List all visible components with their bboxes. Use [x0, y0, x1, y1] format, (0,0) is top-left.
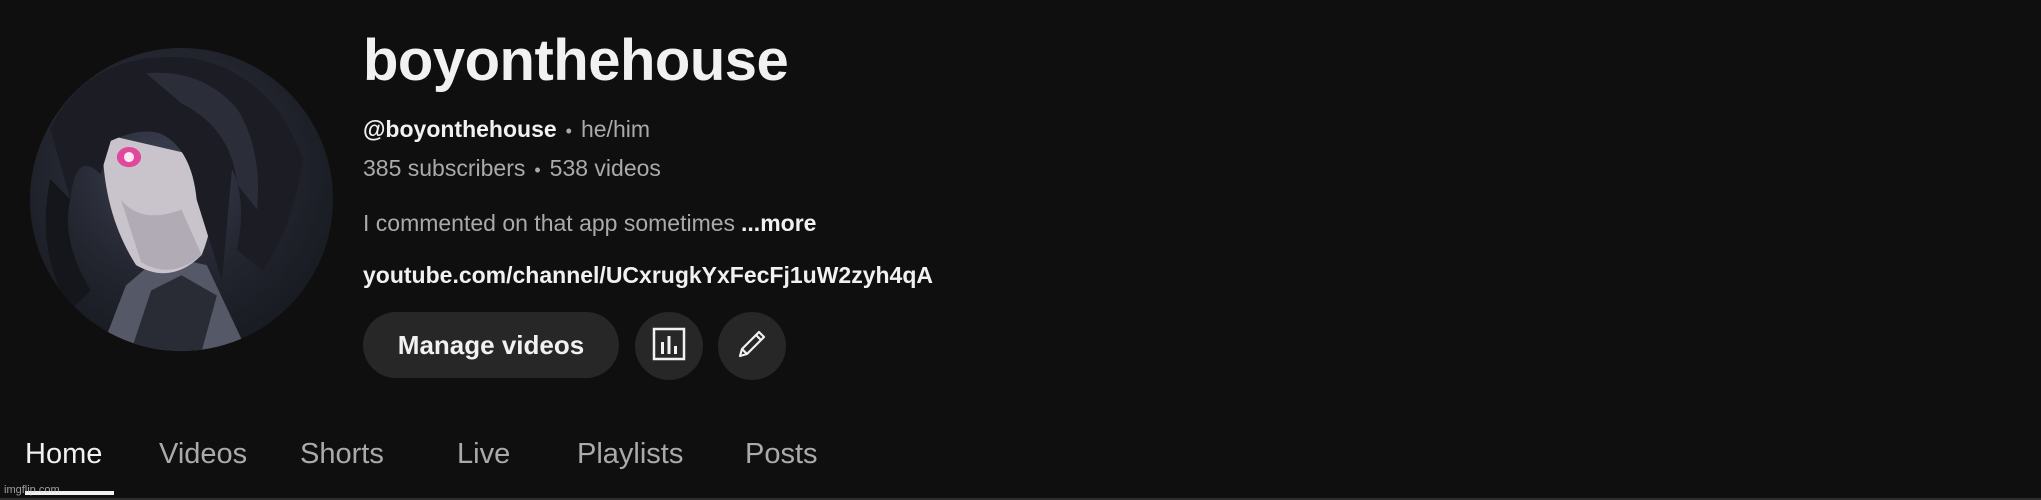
tab-shorts[interactable]: Shorts	[300, 438, 384, 471]
separator-dot: •	[565, 121, 572, 141]
tab-posts[interactable]: Posts	[745, 438, 818, 471]
channel-link[interactable]: youtube.com/channel/UCxrugkYxFecFj1uW2zy…	[363, 262, 933, 288]
channel-title: boyonthehouse	[363, 28, 789, 93]
channel-pronouns: he/him	[580, 116, 651, 142]
more-link[interactable]: ...more	[741, 210, 816, 236]
tab-home[interactable]: Home	[25, 438, 102, 471]
bar-chart-icon	[652, 327, 686, 366]
pencil-icon	[734, 326, 770, 367]
imgflip-watermark: imgflip.com	[4, 484, 60, 496]
separator-dot: •	[534, 160, 541, 180]
tab-playlists[interactable]: Playlists	[577, 438, 683, 471]
tab-videos[interactable]: Videos	[159, 438, 247, 471]
channel-description[interactable]: I commented on that app sometimes ...more	[363, 210, 816, 236]
avatar-illustration	[45, 56, 303, 351]
description-text: I commented on that app sometimes	[363, 210, 736, 236]
channel-meta-row: @boyonthehouse • he/him	[363, 116, 650, 144]
channel-stats-row: 385 subscribers • 538 videos	[363, 155, 661, 183]
channel-avatar[interactable]	[30, 48, 333, 351]
video-count: 538 videos	[549, 155, 661, 181]
tab-live[interactable]: Live	[457, 438, 510, 471]
channel-tabs: Home Videos Shorts Live Playlists Posts	[0, 430, 2041, 500]
edit-channel-button[interactable]	[718, 312, 786, 380]
subscriber-count: 385 subscribers	[363, 155, 526, 181]
analytics-button[interactable]	[635, 312, 703, 380]
channel-handle: @boyonthehouse	[363, 116, 557, 142]
manage-videos-button[interactable]: Manage videos	[363, 312, 619, 378]
